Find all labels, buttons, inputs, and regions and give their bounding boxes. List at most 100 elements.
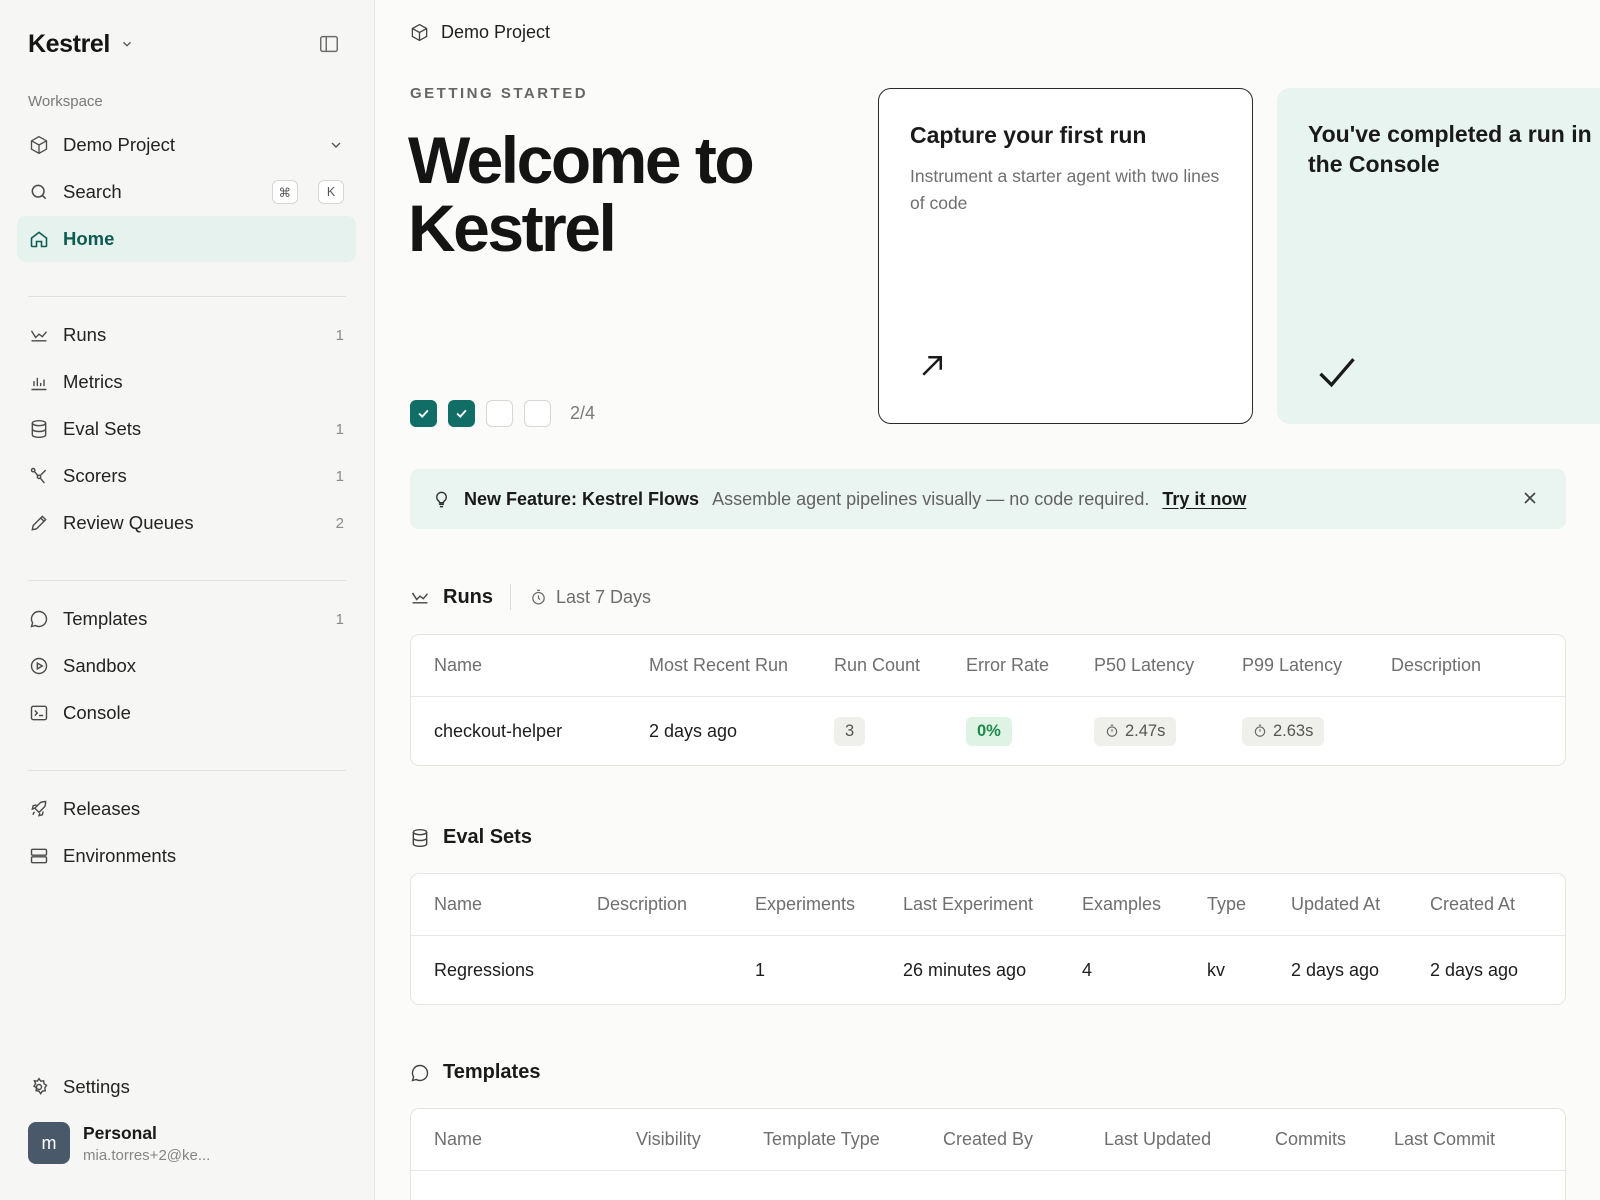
column-header[interactable]: Visibility: [636, 1109, 701, 1170]
table-header: Name Visibility Template Type Created By…: [411, 1109, 1565, 1171]
sidebar-item-templates[interactable]: Templates 1: [17, 596, 356, 642]
sidebar-item-scorers[interactable]: Scorers 1: [17, 453, 356, 499]
sidebar-divider: [28, 770, 346, 771]
card-title: Capture your first run: [910, 122, 1147, 148]
eval-type: kv: [1207, 959, 1225, 980]
sidebar-divider: [28, 580, 346, 581]
sidebar-item-count: 1: [335, 326, 344, 344]
column-header[interactable]: Type: [1207, 874, 1246, 935]
search-label: Search: [63, 181, 122, 202]
column-header[interactable]: P50 Latency: [1094, 635, 1194, 696]
chat-bubble-icon: [29, 609, 49, 629]
sidebar-item-label: Review Queues: [63, 512, 194, 533]
close-icon[interactable]: [1520, 488, 1542, 510]
table-row[interactable]: checkout-helper 2 days ago 3 0% 2.47s 2.…: [411, 697, 1565, 765]
avatar: m: [28, 1122, 70, 1164]
chat-bubble-icon: [410, 1063, 430, 1083]
chevron-down-icon: [328, 137, 344, 153]
column-header[interactable]: Most Recent Run: [649, 635, 788, 696]
date-range-filter[interactable]: Last 7 Days: [530, 587, 651, 608]
sidebar-item-eval-sets[interactable]: Eval Sets 1: [17, 406, 356, 452]
p99-latency: 2.63s: [1242, 697, 1325, 765]
card-description: Instrument a starter agent with two line…: [910, 166, 1220, 213]
sidebar-divider: [28, 296, 346, 297]
section-title: Templates: [443, 1061, 541, 1083]
try-it-now-link[interactable]: Try it now: [1162, 489, 1246, 510]
sidebar-item-releases[interactable]: Releases: [17, 786, 356, 832]
cube-icon: [29, 135, 49, 155]
column-header[interactable]: Commits: [1275, 1109, 1346, 1170]
checkmark-icon: [1315, 350, 1355, 388]
workspace-switcher[interactable]: Kestrel: [28, 26, 134, 62]
run-recent: 2 days ago: [649, 720, 738, 741]
onboarding-card-console-complete[interactable]: You've completed a run in the Console: [1277, 88, 1600, 424]
run-name: checkout-helper: [434, 720, 563, 741]
timer-icon: [1253, 724, 1267, 738]
page-title: Welcome to Kestrel: [408, 123, 755, 265]
banner-description: Assemble agent pipelines visually — no c…: [712, 488, 1150, 509]
column-header[interactable]: Description: [1391, 635, 1481, 696]
arrow-up-right-icon: [917, 351, 949, 383]
user-profile[interactable]: m Personal mia.torres+2@ke...: [28, 1122, 210, 1164]
search-icon: [29, 182, 49, 202]
step-checkbox-2[interactable]: [448, 400, 475, 427]
column-header[interactable]: Name: [434, 874, 482, 935]
column-header[interactable]: Last Experiment: [903, 874, 1033, 935]
column-header[interactable]: Updated At: [1291, 874, 1380, 935]
timer-icon: [530, 589, 547, 606]
sidebar-item-environments[interactable]: Environments: [17, 833, 356, 879]
step-checkbox-4[interactable]: [524, 400, 551, 427]
sidebar-item-label: Eval Sets: [63, 418, 142, 439]
profile-email: mia.torres+2@ke...: [83, 1146, 211, 1164]
column-header[interactable]: Error Rate: [966, 635, 1049, 696]
breadcrumb[interactable]: Demo Project: [410, 22, 550, 43]
project-name: Demo Project: [63, 134, 176, 155]
brand-name: Kestrel: [28, 29, 110, 58]
eval-sets-table: Name Description Experiments Last Experi…: [410, 873, 1566, 1005]
workspace-label: Workspace: [28, 93, 103, 110]
latency-value: 2.63s: [1273, 721, 1314, 740]
column-header[interactable]: P99 Latency: [1242, 635, 1342, 696]
sidebar-item-home[interactable]: Home: [17, 216, 356, 262]
database-icon: [29, 419, 49, 439]
column-header[interactable]: Last Commit: [1394, 1109, 1495, 1170]
latency-badge: 2.47s: [1094, 716, 1177, 746]
section-title: Runs: [443, 585, 493, 608]
step-checkbox-1[interactable]: [410, 400, 437, 427]
sidebar-item-settings[interactable]: Settings: [17, 1064, 356, 1110]
sidebar-item-label: Scorers: [63, 465, 127, 486]
step-checkbox-3[interactable]: [486, 400, 513, 427]
sidebar-item-runs[interactable]: Runs 1: [17, 312, 356, 358]
column-header[interactable]: Run Count: [834, 635, 920, 696]
column-header[interactable]: Template Type: [763, 1109, 880, 1170]
lightbulb-icon: [432, 490, 451, 509]
rocket-icon: [29, 799, 49, 819]
column-header[interactable]: Last Updated: [1104, 1109, 1211, 1170]
sidebar-item-metrics[interactable]: Metrics: [17, 359, 356, 405]
eval-sets-section-header: Eval Sets: [410, 826, 532, 849]
sidebar-item-console[interactable]: Console: [17, 690, 356, 736]
sidebar-item-sandbox[interactable]: Sandbox: [17, 643, 356, 689]
column-header[interactable]: Created By: [943, 1109, 1033, 1170]
search-button[interactable]: Search ⌘ K: [17, 169, 356, 215]
runs-icon: [29, 325, 49, 345]
column-header[interactable]: Examples: [1082, 874, 1161, 935]
sidebar-item-review-queues[interactable]: Review Queues 2: [17, 500, 356, 546]
bar-chart-icon: [29, 372, 49, 392]
column-header[interactable]: Experiments: [755, 874, 855, 935]
templates-table: Name Visibility Template Type Created By…: [410, 1108, 1566, 1200]
sidebar: Kestrel Workspace Demo Project Search ⌘ …: [0, 0, 375, 1200]
card-title: You've completed a run in the Console: [1308, 121, 1592, 177]
column-header[interactable]: Name: [434, 635, 482, 696]
column-header[interactable]: Description: [597, 874, 687, 935]
project-selector[interactable]: Demo Project: [17, 122, 356, 168]
run-count: 3: [834, 697, 866, 765]
timer-icon: [1105, 724, 1119, 738]
column-header[interactable]: Name: [434, 1109, 482, 1170]
sidebar-item-count: 1: [335, 610, 344, 628]
table-row[interactable]: Regressions 1 26 minutes ago 4 kv 2 days…: [411, 936, 1565, 1004]
filter-label: Last 7 Days: [556, 586, 652, 607]
sidebar-toggle-icon[interactable]: [318, 33, 342, 57]
column-header[interactable]: Created At: [1430, 874, 1515, 935]
onboarding-card-capture-run[interactable]: Capture your first run Instrument a star…: [878, 88, 1253, 424]
